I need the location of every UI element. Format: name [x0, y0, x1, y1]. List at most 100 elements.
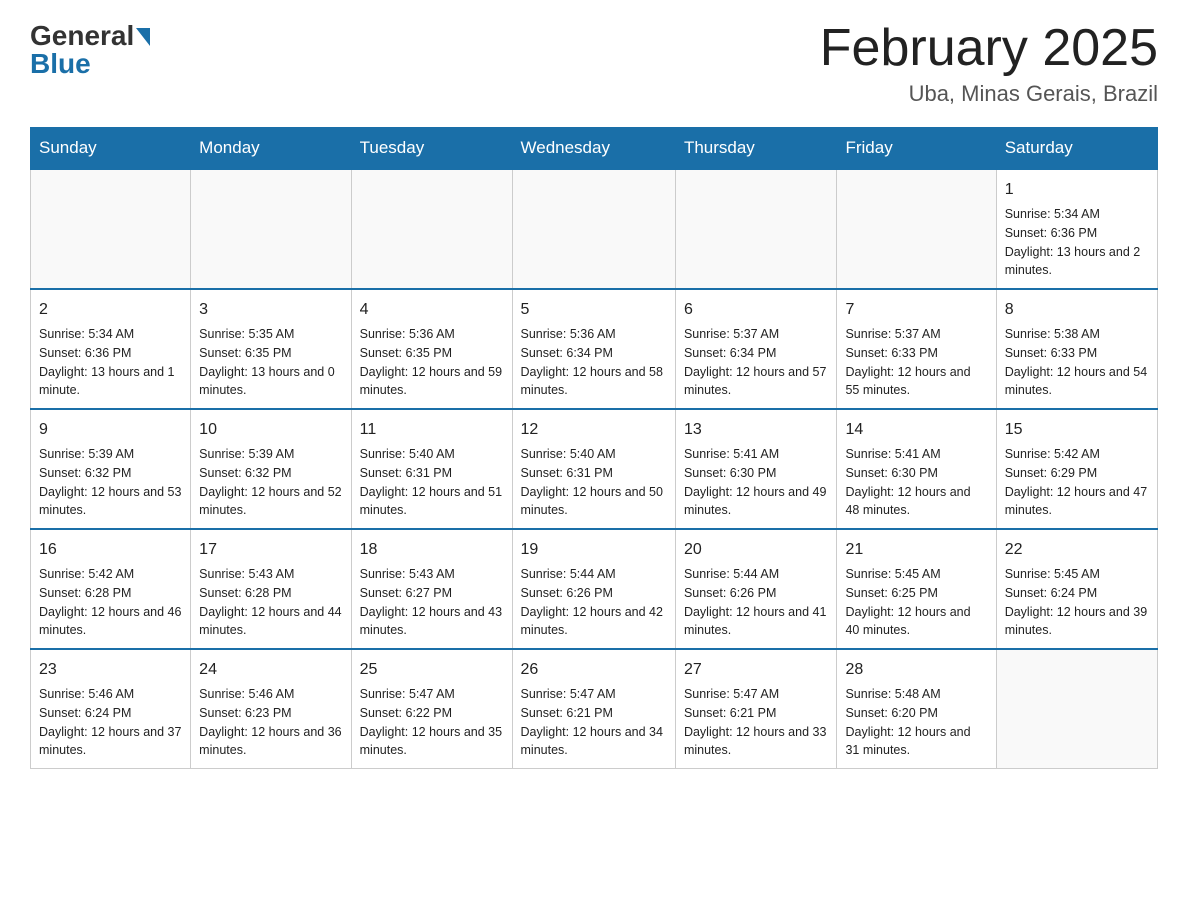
location-title: Uba, Minas Gerais, Brazil — [820, 81, 1158, 107]
day-number: 22 — [1005, 538, 1149, 562]
day-info-line: Sunset: 6:31 PM — [360, 464, 504, 483]
day-info-line: Sunrise: 5:37 AM — [845, 325, 987, 344]
day-number: 9 — [39, 418, 182, 442]
day-info-line: Sunset: 6:24 PM — [39, 704, 182, 723]
calendar-day-cell: 1Sunrise: 5:34 AMSunset: 6:36 PMDaylight… — [996, 169, 1157, 289]
calendar-day-cell: 22Sunrise: 5:45 AMSunset: 6:24 PMDayligh… — [996, 529, 1157, 649]
day-info-line: Sunset: 6:33 PM — [1005, 344, 1149, 363]
day-info-line: Sunset: 6:26 PM — [684, 584, 829, 603]
day-number: 2 — [39, 298, 182, 322]
day-number: 8 — [1005, 298, 1149, 322]
calendar-day-cell: 7Sunrise: 5:37 AMSunset: 6:33 PMDaylight… — [837, 289, 996, 409]
month-title: February 2025 — [820, 20, 1158, 77]
day-info-line: Sunrise: 5:43 AM — [199, 565, 342, 584]
day-number: 21 — [845, 538, 987, 562]
calendar-header-cell: Friday — [837, 128, 996, 170]
day-info-line: Daylight: 12 hours and 36 minutes. — [199, 723, 342, 761]
day-info-line: Daylight: 12 hours and 54 minutes. — [1005, 363, 1149, 401]
day-info-line: Sunrise: 5:46 AM — [39, 685, 182, 704]
day-number: 13 — [684, 418, 829, 442]
calendar-header-cell: Saturday — [996, 128, 1157, 170]
calendar-day-cell: 25Sunrise: 5:47 AMSunset: 6:22 PMDayligh… — [351, 649, 512, 769]
day-info-line: Sunrise: 5:48 AM — [845, 685, 987, 704]
calendar-day-cell: 16Sunrise: 5:42 AMSunset: 6:28 PMDayligh… — [31, 529, 191, 649]
calendar-day-cell: 28Sunrise: 5:48 AMSunset: 6:20 PMDayligh… — [837, 649, 996, 769]
day-info-line: Daylight: 12 hours and 34 minutes. — [521, 723, 667, 761]
day-number: 26 — [521, 658, 667, 682]
day-info-line: Daylight: 12 hours and 42 minutes. — [521, 603, 667, 641]
day-info-line: Sunrise: 5:39 AM — [199, 445, 342, 464]
day-info-line: Sunrise: 5:34 AM — [1005, 205, 1149, 224]
day-info-line: Sunset: 6:36 PM — [1005, 224, 1149, 243]
day-info-line: Daylight: 13 hours and 1 minute. — [39, 363, 182, 401]
day-info-line: Daylight: 12 hours and 55 minutes. — [845, 363, 987, 401]
calendar-day-cell: 15Sunrise: 5:42 AMSunset: 6:29 PMDayligh… — [996, 409, 1157, 529]
day-info-line: Daylight: 12 hours and 33 minutes. — [684, 723, 829, 761]
day-info-line: Daylight: 12 hours and 47 minutes. — [1005, 483, 1149, 521]
day-info-line: Sunrise: 5:46 AM — [199, 685, 342, 704]
calendar-day-cell — [512, 169, 675, 289]
calendar-day-cell — [996, 649, 1157, 769]
day-number: 17 — [199, 538, 342, 562]
calendar-day-cell: 4Sunrise: 5:36 AMSunset: 6:35 PMDaylight… — [351, 289, 512, 409]
logo-arrow-icon — [136, 28, 150, 46]
day-number: 24 — [199, 658, 342, 682]
day-info-line: Sunset: 6:30 PM — [845, 464, 987, 483]
day-number: 5 — [521, 298, 667, 322]
calendar-week-row: 16Sunrise: 5:42 AMSunset: 6:28 PMDayligh… — [31, 529, 1158, 649]
day-info-line: Sunset: 6:24 PM — [1005, 584, 1149, 603]
day-info-line: Sunrise: 5:47 AM — [360, 685, 504, 704]
day-info-line: Sunset: 6:33 PM — [845, 344, 987, 363]
calendar-day-cell: 2Sunrise: 5:34 AMSunset: 6:36 PMDaylight… — [31, 289, 191, 409]
calendar-table: SundayMondayTuesdayWednesdayThursdayFrid… — [30, 127, 1158, 769]
day-info-line: Sunrise: 5:40 AM — [521, 445, 667, 464]
day-info-line: Sunset: 6:32 PM — [199, 464, 342, 483]
day-number: 10 — [199, 418, 342, 442]
day-number: 15 — [1005, 418, 1149, 442]
calendar-day-cell — [31, 169, 191, 289]
day-number: 1 — [1005, 178, 1149, 202]
day-number: 6 — [684, 298, 829, 322]
page-header: General Blue February 2025 Uba, Minas Ge… — [30, 20, 1158, 107]
day-info-line: Sunset: 6:32 PM — [39, 464, 182, 483]
day-info-line: Sunset: 6:34 PM — [521, 344, 667, 363]
calendar-day-cell: 14Sunrise: 5:41 AMSunset: 6:30 PMDayligh… — [837, 409, 996, 529]
calendar-day-cell: 10Sunrise: 5:39 AMSunset: 6:32 PMDayligh… — [191, 409, 351, 529]
logo-blue-text: Blue — [30, 48, 91, 80]
day-info-line: Sunrise: 5:44 AM — [684, 565, 829, 584]
day-info-line: Sunrise: 5:42 AM — [39, 565, 182, 584]
calendar-day-cell: 27Sunrise: 5:47 AMSunset: 6:21 PMDayligh… — [675, 649, 837, 769]
day-info-line: Sunrise: 5:41 AM — [845, 445, 987, 464]
calendar-header-row: SundayMondayTuesdayWednesdayThursdayFrid… — [31, 128, 1158, 170]
day-info-line: Daylight: 12 hours and 39 minutes. — [1005, 603, 1149, 641]
day-info-line: Sunrise: 5:40 AM — [360, 445, 504, 464]
calendar-week-row: 1Sunrise: 5:34 AMSunset: 6:36 PMDaylight… — [31, 169, 1158, 289]
day-info-line: Sunset: 6:36 PM — [39, 344, 182, 363]
day-info-line: Sunrise: 5:47 AM — [521, 685, 667, 704]
day-number: 4 — [360, 298, 504, 322]
day-info-line: Daylight: 12 hours and 41 minutes. — [684, 603, 829, 641]
logo: General Blue — [30, 20, 150, 80]
day-info-line: Sunrise: 5:44 AM — [521, 565, 667, 584]
day-info-line: Sunset: 6:25 PM — [845, 584, 987, 603]
day-info-line: Daylight: 12 hours and 44 minutes. — [199, 603, 342, 641]
calendar-day-cell: 5Sunrise: 5:36 AMSunset: 6:34 PMDaylight… — [512, 289, 675, 409]
day-info-line: Daylight: 12 hours and 40 minutes. — [845, 603, 987, 641]
calendar-header-cell: Sunday — [31, 128, 191, 170]
day-info-line: Sunset: 6:21 PM — [684, 704, 829, 723]
day-info-line: Sunrise: 5:41 AM — [684, 445, 829, 464]
day-info-line: Sunset: 6:30 PM — [684, 464, 829, 483]
day-info-line: Daylight: 12 hours and 35 minutes. — [360, 723, 504, 761]
day-info-line: Sunrise: 5:36 AM — [360, 325, 504, 344]
calendar-day-cell: 21Sunrise: 5:45 AMSunset: 6:25 PMDayligh… — [837, 529, 996, 649]
day-info-line: Daylight: 13 hours and 0 minutes. — [199, 363, 342, 401]
day-info-line: Sunset: 6:20 PM — [845, 704, 987, 723]
day-info-line: Sunset: 6:35 PM — [199, 344, 342, 363]
day-number: 19 — [521, 538, 667, 562]
calendar-header-cell: Thursday — [675, 128, 837, 170]
day-info-line: Sunset: 6:31 PM — [521, 464, 667, 483]
day-number: 27 — [684, 658, 829, 682]
day-info-line: Sunrise: 5:39 AM — [39, 445, 182, 464]
calendar-day-cell — [675, 169, 837, 289]
day-info-line: Daylight: 12 hours and 46 minutes. — [39, 603, 182, 641]
